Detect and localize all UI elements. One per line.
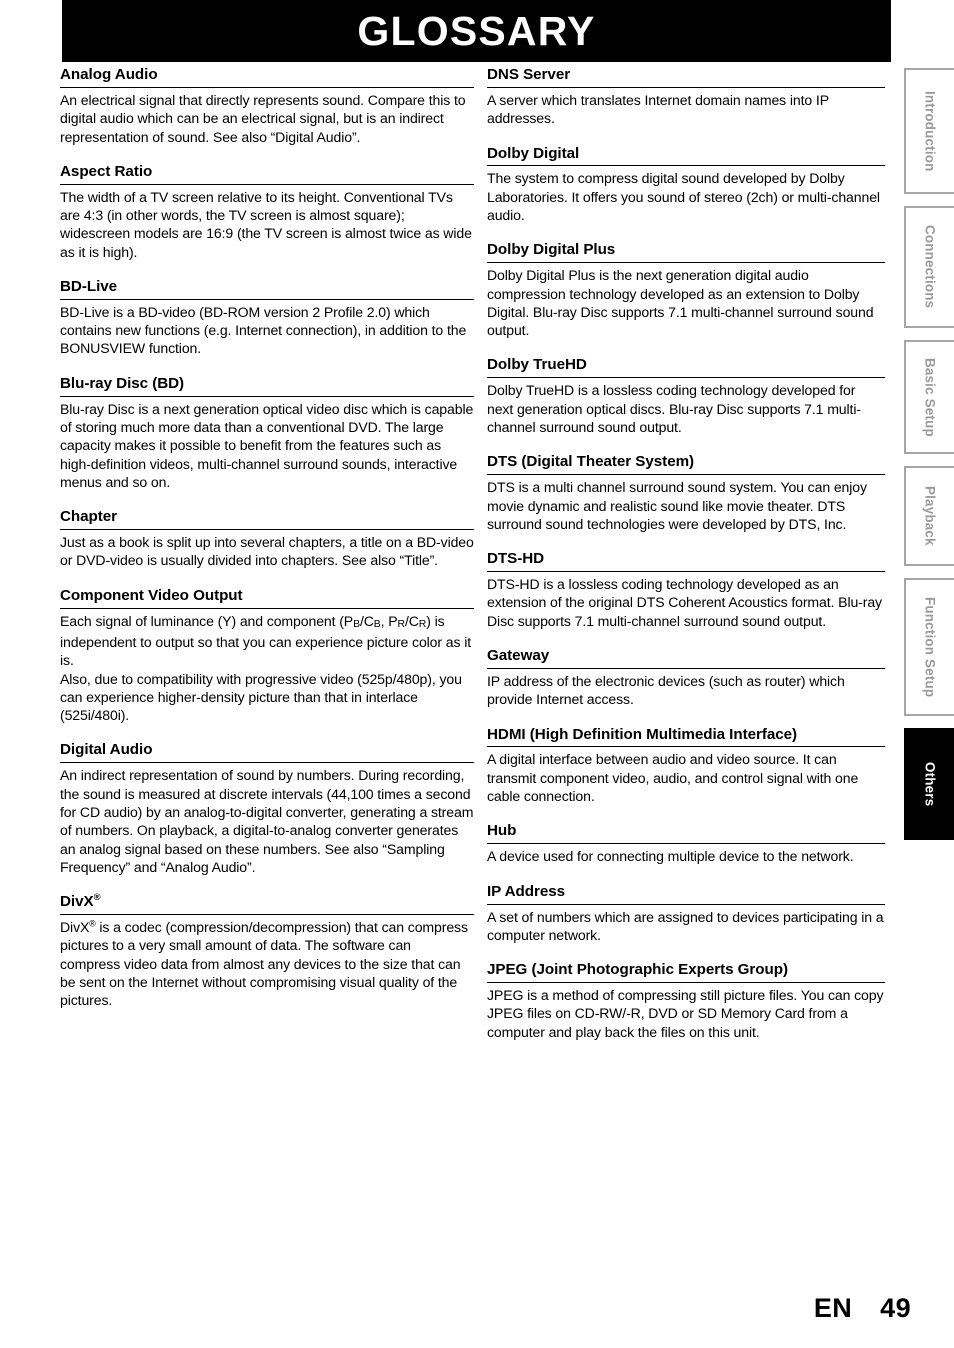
glossary-term-rule [487,86,885,88]
glossary-term-rule [487,843,885,845]
glossary-definition: Just as a book is split up into several … [60,534,474,569]
glossary-definition: DTS-HD is a lossless coding technology d… [487,576,882,629]
glossary-term: Chapter [60,508,118,526]
side-tab-label: Basic Setup [922,357,938,437]
glossary-entry: DivX® DivX® is a codec (compression/decom… [60,891,474,1009]
glossary-definition: The system to compress digital sound dev… [487,170,880,224]
side-tab-others[interactable]: Others [904,728,954,840]
side-tab-label: Connections [922,225,938,309]
glossary-entry: BD-Live BD-Live is a BD-video (BD-ROM ver… [60,278,474,358]
glossary-term-rule [60,183,474,185]
glossary-definition: The width of a TV screen relative to its… [60,188,472,260]
glossary-term: DTS-HD [487,550,545,568]
glossary-term-rule [487,667,885,669]
side-tab-function-setup[interactable]: Function Setup [904,578,954,716]
glossary-term: BD-Live [60,277,118,295]
glossary-entry: Dolby Digital Plus Dolby Digital Plus is … [487,241,885,339]
glossary-entry: Analog Audio An electrical signal that di… [60,66,474,146]
side-tab-label: Others [922,761,938,807]
glossary-term-rule [487,165,885,167]
glossary-definition: IP address of the electronic devices (su… [487,672,845,708]
glossary-term-rule [60,762,474,764]
glossary-term-rule [487,746,885,748]
glossary-entry: Hub A device used for connecting multiple… [487,822,885,865]
glossary-definition: Dolby Digital Plus is the next generatio… [487,267,874,339]
glossary-term: HDMI (High Definition Multimedia Interfa… [487,725,798,743]
side-tab-introduction[interactable]: Introduction [904,68,954,194]
glossary-definition: Each signal of luminance (Y) and compone… [60,612,472,724]
glossary-term-rule [487,903,885,905]
glossary-entry: Dolby Digital The system to compress digi… [487,145,885,225]
glossary-term-rule [60,395,474,397]
glossary-term-rule [60,86,474,88]
glossary-term-rule [487,982,885,984]
side-tab-basic-setup[interactable]: Basic Setup [904,340,954,454]
glossary-term: Blu-ray Disc (BD) [60,374,185,392]
glossary-term: Aspect Ratio [60,162,153,180]
page-footer: EN 49 [0,1293,911,1324]
glossary-term: DNS Server [487,66,571,83]
glossary-entry: Component Video Output Each signal of lum… [60,587,474,725]
glossary-entry: JPEG (Joint Photographic Experts Group) J… [487,961,885,1041]
glossary-entry: Aspect Ratio The width of a TV screen rel… [60,163,474,261]
glossary-term: Dolby Digital [487,144,580,162]
side-tab-label: Function Setup [922,596,938,698]
glossary-term: JPEG (Joint Photographic Experts Group) [487,961,788,979]
glossary-entry: Gateway IP address of the electronic devi… [487,647,885,709]
glossary-term: Gateway [487,646,550,664]
footer-page-number: 49 [880,1293,911,1323]
page-title: GLOSSARY [357,7,596,54]
glossary-definition: A digital interface between audio and vi… [487,751,859,805]
glossary-column-left: Analog Audio An electrical signal that di… [60,66,474,1010]
glossary-term-rule [487,262,885,264]
glossary-entry: Blu-ray Disc (BD) Blu-ray Disc is a next … [60,375,474,491]
side-tab-connections[interactable]: Connections [904,206,954,328]
glossary-definition: Dolby TrueHD is a lossless coding techno… [487,382,861,436]
glossary-definition: DTS is a multi channel surround sound sy… [487,479,867,532]
glossary-term-rule [60,607,474,609]
glossary-definition: A server which translates Internet domai… [487,91,829,127]
glossary-entry: DNS Server A server which translates Inte… [487,66,885,128]
glossary-term: Hub [487,822,517,840]
glossary-entry: DTS-HD DTS-HD is a lossless coding techno… [487,550,885,630]
side-tab-label: Introduction [922,90,938,172]
glossary-term-rule [487,571,885,573]
glossary-entry: Chapter Just as a book is split up into s… [60,508,474,570]
glossary-term: DTS (Digital Theater System) [487,453,695,471]
glossary-term-rule [60,914,474,916]
glossary-term-rule [60,529,474,531]
glossary-column-right: DNS Server A server which translates Inte… [487,66,885,1041]
glossary-definition: An electrical signal that directly repre… [60,91,466,145]
glossary-term: Dolby Digital Plus [487,241,616,259]
glossary-definition: JPEG is a method of compressing still pi… [487,987,884,1040]
glossary-term: IP Address [487,882,566,900]
glossary-entry: IP Address A set of numbers which are ass… [487,883,885,945]
glossary-term: Component Video Output [60,586,243,604]
glossary-entry: Dolby TrueHD Dolby TrueHD is a lossless c… [487,356,885,436]
glossary-definition: An indirect representation of sound by n… [60,767,474,875]
page-header-banner: GLOSSARY [62,0,891,62]
glossary-entry: HDMI (High Definition Multimedia Interfa… [487,726,885,806]
glossary-term: DivX® [60,891,101,911]
glossary-term: Digital Audio [60,741,153,759]
glossary-definition: BD-Live is a BD-video (BD-ROM version 2 … [60,303,467,357]
glossary-entry: Digital Audio An indirect representation … [60,741,474,876]
footer-language-code: EN [813,1293,853,1323]
glossary-definition: A device used for connecting multiple de… [487,848,854,865]
glossary-definition: DivX® is a codec (compression/decompress… [60,918,468,1009]
glossary-entry: DTS (Digital Theater System) DTS is a mul… [487,453,885,533]
glossary-term-rule [487,474,885,476]
section-tab-rail: Introduction Connections Basic Setup Playba… [904,68,954,852]
side-tab-playback[interactable]: Playback [904,466,954,566]
glossary-term: Dolby TrueHD [487,356,587,374]
side-tab-label: Playback [922,486,938,546]
glossary-term: Analog Audio [60,66,158,83]
glossary-definition: A set of numbers which are assigned to d… [487,908,884,943]
glossary-definition: Blu-ray Disc is a next generation optica… [60,400,474,490]
glossary-term-rule [487,377,885,379]
glossary-term-rule [60,298,474,300]
